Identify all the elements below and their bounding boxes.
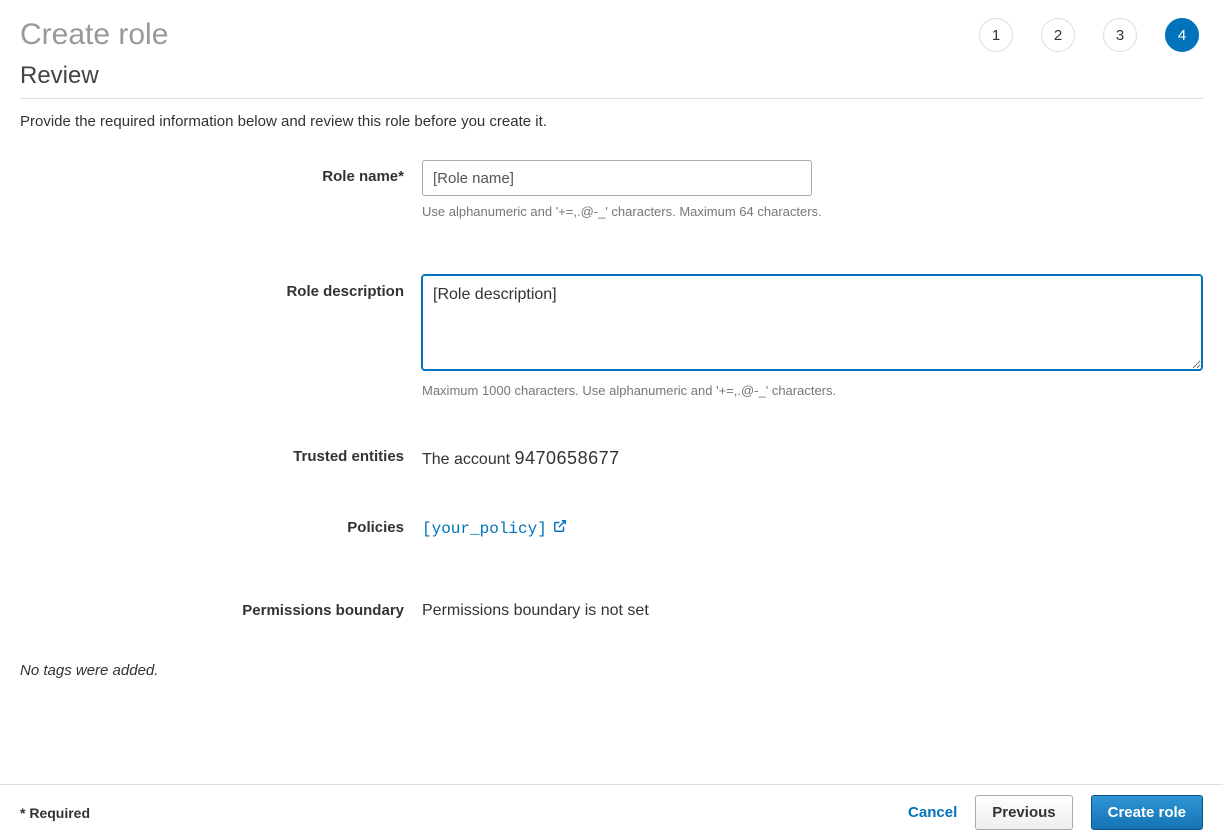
role-name-input[interactable] <box>422 160 812 196</box>
role-description-label: Role description <box>20 275 422 300</box>
role-name-label: Role name* <box>20 160 422 185</box>
previous-button[interactable]: Previous <box>975 795 1072 830</box>
wizard-steps: 1 2 3 4 <box>979 18 1203 52</box>
role-name-hint: Use alphanumeric and '+=,.@-_' character… <box>422 204 1203 219</box>
step-2[interactable]: 2 <box>1041 18 1075 52</box>
required-note: * Required <box>20 805 90 821</box>
external-link-icon <box>553 519 567 538</box>
page-title: Create role <box>20 18 168 52</box>
role-description-hint: Maximum 1000 characters. Use alphanumeri… <box>422 383 1203 398</box>
trusted-entities-label: Trusted entities <box>20 440 422 465</box>
step-4[interactable]: 4 <box>1165 18 1199 52</box>
section-intro: Provide the required information below a… <box>0 113 1223 160</box>
policies-label: Policies <box>20 511 422 536</box>
divider <box>20 98 1203 99</box>
tags-note: No tags were added. <box>0 662 1223 679</box>
cancel-button[interactable]: Cancel <box>908 804 957 821</box>
permissions-boundary-value: Permissions boundary is not set <box>422 594 1203 620</box>
permissions-boundary-label: Permissions boundary <box>20 594 422 619</box>
section-title: Review <box>0 62 1223 98</box>
role-description-textarea[interactable] <box>422 275 1202 370</box>
policy-link-text: [your_policy] <box>422 520 547 538</box>
create-role-button[interactable]: Create role <box>1091 795 1203 830</box>
step-1[interactable]: 1 <box>979 18 1013 52</box>
step-3[interactable]: 3 <box>1103 18 1137 52</box>
footer: * Required Cancel Previous Create role <box>0 784 1223 840</box>
trusted-entities-value: The account 9470658677 <box>422 440 1203 469</box>
policy-link[interactable]: [your_policy] <box>422 511 567 538</box>
